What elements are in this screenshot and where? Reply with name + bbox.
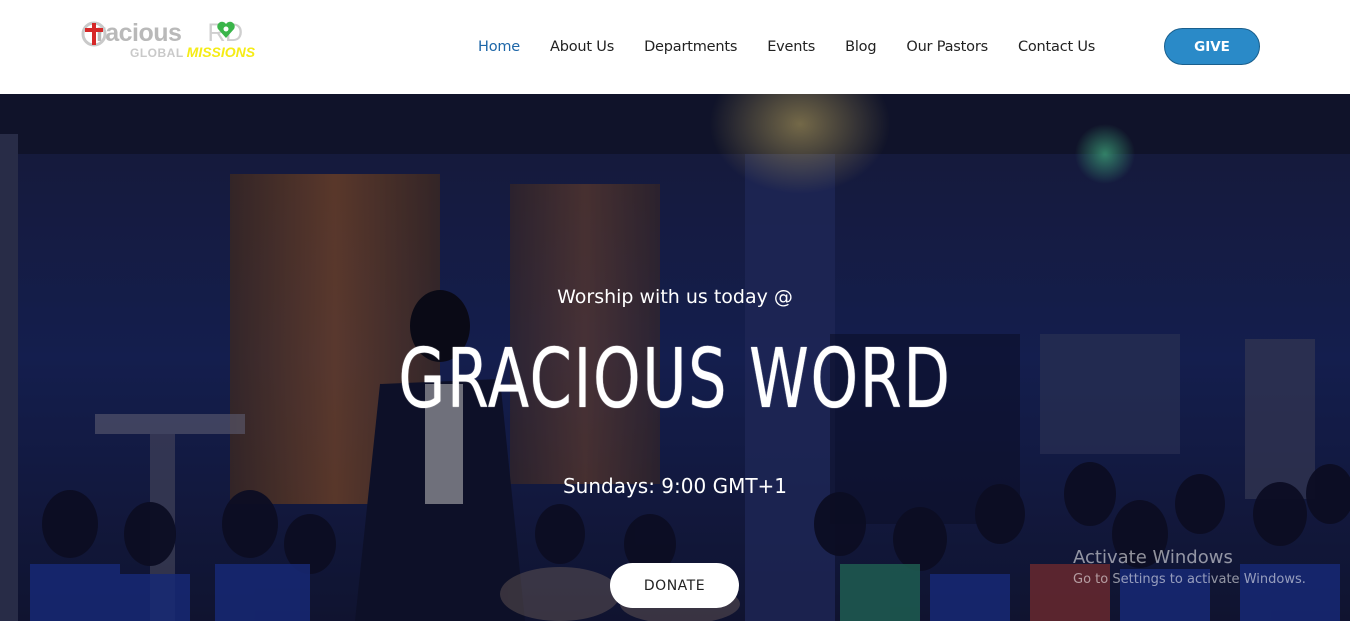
hero-subtitle: Worship with us today @ <box>557 286 793 308</box>
logo-tagline: GLOBAL MISSIONS <box>130 44 255 60</box>
watermark-title: Activate Windows <box>1073 547 1233 568</box>
hero-title: GRACIOUS WORD <box>398 332 952 427</box>
nav-home[interactable]: Home <box>478 39 520 55</box>
hero-section: Worship with us today @ GRACIOUS WORD Su… <box>0 94 1350 621</box>
heart-icon <box>217 21 235 38</box>
nav-about-us[interactable]: About Us <box>550 39 614 55</box>
windows-activation-watermark: Activate Windows Go to Settings to activ… <box>1073 547 1306 587</box>
nav-blog[interactable]: Blog <box>845 39 876 55</box>
service-schedule: Sundays: 9:00 GMT+1 <box>562 474 788 498</box>
site-logo[interactable]: raciousRD GLOBALMISSIONS <box>78 18 273 62</box>
nav-contact-us[interactable]: Contact Us <box>1018 39 1095 55</box>
main-nav: Home About Us Departments Events Blog Ou… <box>478 0 1125 94</box>
give-button[interactable]: GIVE <box>1164 28 1260 65</box>
watermark-subtitle: Go to Settings to activate Windows. <box>1073 572 1306 587</box>
nav-events[interactable]: Events <box>767 39 815 55</box>
logo-global: GLOBAL <box>130 46 184 60</box>
nav-our-pastors[interactable]: Our Pastors <box>906 39 988 55</box>
logo-missions: MISSIONS <box>186 44 256 60</box>
nav-departments[interactable]: Departments <box>644 39 737 55</box>
site-header: raciousRD GLOBALMISSIONS Home About Us D… <box>0 0 1350 94</box>
donate-button[interactable]: DONATE <box>610 563 739 608</box>
cross-icon <box>81 21 107 47</box>
